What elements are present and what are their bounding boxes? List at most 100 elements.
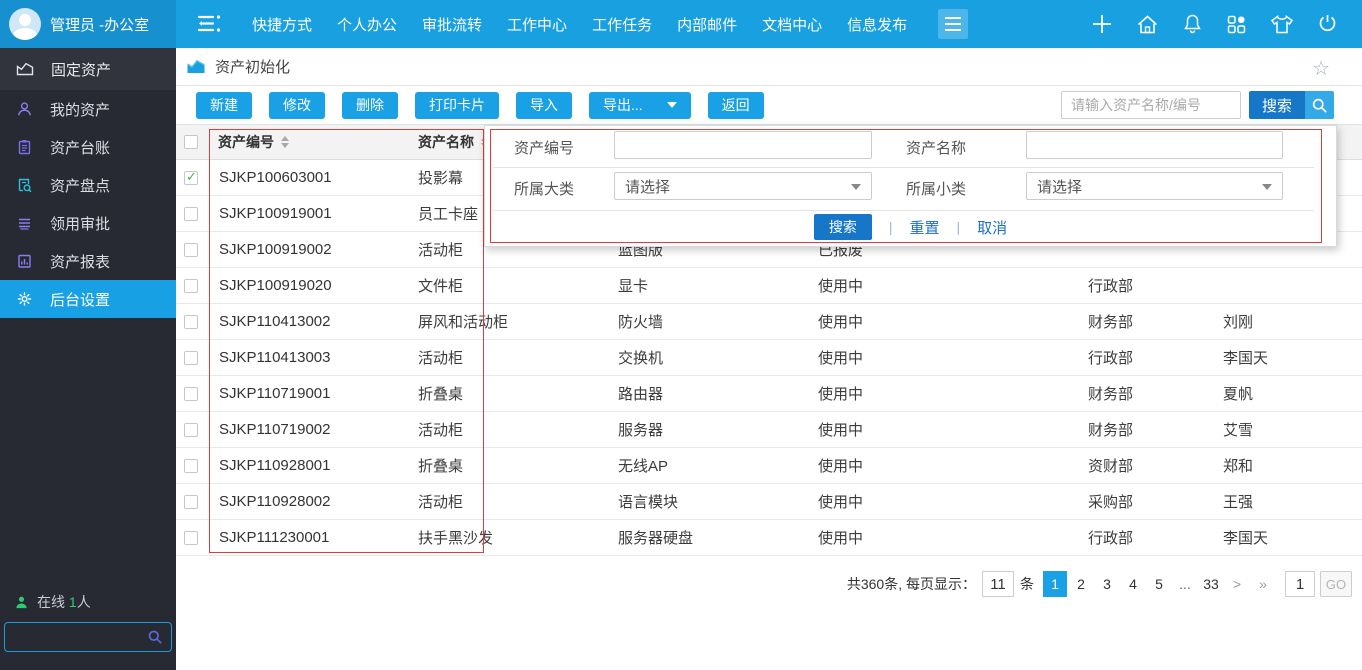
print-card-button[interactable]: 打印卡片 xyxy=(415,92,499,119)
plus-icon[interactable] xyxy=(1091,13,1113,35)
nav-item[interactable]: 快捷方式 xyxy=(252,14,312,35)
pagination-total-label: 共360条, 每页显示： xyxy=(847,574,976,594)
sidebar-item-label: 资产报表 xyxy=(50,251,110,272)
quick-search-group: 搜索 xyxy=(1061,91,1334,119)
asset-name2-cell: 无线AP xyxy=(610,448,810,483)
grid-icon[interactable] xyxy=(1226,14,1247,35)
popup-search-button[interactable]: 搜索 xyxy=(814,214,872,240)
table-row[interactable]: SJKP110719002 活动柜 服务器 使用中 财务部 艾雪 xyxy=(176,412,1362,448)
hamburger-menu-button[interactable] xyxy=(938,9,968,39)
online-user-icon xyxy=(14,595,29,610)
top-action-icons xyxy=(1091,0,1338,48)
search-icon[interactable] xyxy=(1305,91,1334,119)
asset-dept-cell: 财务部 xyxy=(1080,304,1215,339)
export-dropdown-button[interactable]: 导出... xyxy=(589,92,691,119)
page-arrow-button[interactable]: > xyxy=(1225,571,1249,597)
row-checkbox[interactable] xyxy=(184,207,198,221)
delete-button[interactable]: 删除 xyxy=(342,92,398,119)
row-checkbox[interactable] xyxy=(184,315,198,329)
sidebar-search-input[interactable] xyxy=(5,623,147,651)
table-row[interactable]: SJKP111230001 扶手黑沙发 服务器硬盘 使用中 行政部 李国天 xyxy=(176,520,1362,556)
table-row[interactable]: SJKP110928001 折叠桌 无线AP 使用中 资财部 郑和 xyxy=(176,448,1362,484)
page-button-3[interactable]: 3 xyxy=(1095,571,1119,597)
sort-icon[interactable] xyxy=(281,132,289,152)
quick-search-input[interactable] xyxy=(1061,91,1241,119)
asset-code-cell: SJKP110719001 xyxy=(210,376,410,411)
table-row[interactable]: SJKP110928002 活动柜 语言模块 使用中 采购部 王强 xyxy=(176,484,1362,520)
quick-search-button[interactable]: 搜索 xyxy=(1249,91,1305,119)
table-row[interactable]: SJKP110719001 折叠桌 路由器 使用中 财务部 夏帆 xyxy=(176,376,1362,412)
filter-select-major-category[interactable]: 请选择 xyxy=(614,172,872,200)
new-button[interactable]: 新建 xyxy=(196,92,252,119)
filter-input-asset-code[interactable] xyxy=(614,131,872,159)
select-all-checkbox[interactable] xyxy=(184,135,198,149)
asset-dept-cell: 行政部 xyxy=(1080,268,1215,303)
nav-item[interactable]: 信息发布 xyxy=(847,14,907,35)
sidebar-item-report[interactable]: 资产报表 xyxy=(0,242,176,280)
sidebar-item-user[interactable]: 我的资产 xyxy=(0,90,176,128)
nav-item[interactable]: 工作中心 xyxy=(507,14,567,35)
row-checkbox[interactable] xyxy=(184,495,198,509)
nav-item[interactable]: 工作任务 xyxy=(592,14,652,35)
online-label: 在线 xyxy=(37,594,65,610)
page-button-33[interactable]: 33 xyxy=(1199,571,1223,597)
edit-button[interactable]: 修改 xyxy=(269,92,325,119)
row-checkbox[interactable] xyxy=(184,423,198,437)
go-button[interactable]: GO xyxy=(1320,571,1352,597)
row-checkbox[interactable] xyxy=(184,531,198,545)
header-asset-code[interactable]: 资产编号 xyxy=(210,125,410,159)
popup-reset-button[interactable]: 重置 xyxy=(909,217,939,238)
favorite-star-icon[interactable] xyxy=(1312,56,1330,81)
home-icon[interactable] xyxy=(1136,14,1159,35)
goto-page-input[interactable] xyxy=(1285,571,1315,597)
user-name: 管理员 -办公室 xyxy=(50,14,149,35)
asset-name2-cell: 服务器硬盘 xyxy=(610,520,810,555)
table-row[interactable]: SJKP100919020 文件柜 显卡 使用中 行政部 xyxy=(176,268,1362,304)
user-avatar[interactable] xyxy=(9,8,41,40)
row-checkbox[interactable] xyxy=(184,459,198,473)
sidebar-item-list[interactable]: 领用审批 xyxy=(0,204,176,242)
select-value: 请选择 xyxy=(1037,176,1082,197)
page-button-5[interactable]: 5 xyxy=(1147,571,1171,597)
page-arrow-button[interactable]: » xyxy=(1251,571,1275,597)
online-status: 在线 1人 xyxy=(14,592,91,612)
sidebar-item-gear[interactable]: 后台设置 xyxy=(0,280,176,318)
import-button[interactable]: 导入 xyxy=(516,92,572,119)
filter-label-major-category: 所属大类 xyxy=(514,178,574,199)
page-button-1[interactable]: 1 xyxy=(1043,571,1067,597)
filter-input-asset-name[interactable] xyxy=(1026,131,1283,159)
user-section[interactable]: 管理员 -办公室 xyxy=(0,0,176,48)
table-row[interactable]: SJKP110413003 活动柜 交换机 使用中 行政部 李国天 xyxy=(176,340,1362,376)
power-icon[interactable] xyxy=(1317,13,1338,35)
advanced-search-popup: 资产编号 资产名称 所属大类 请选择 所属小类 请选择 搜索 | 重置 | 取消 xyxy=(484,125,1337,247)
row-checkbox[interactable] xyxy=(184,387,198,401)
nav-item[interactable]: 内部邮件 xyxy=(677,14,737,35)
nav-item[interactable]: 文档中心 xyxy=(762,14,822,35)
page-size-input[interactable] xyxy=(982,571,1014,597)
top-nav: 快捷方式 个人办公 审批流转 工作中心 工作任务 内部邮件 文档中心 信息发布 xyxy=(252,0,907,48)
sidebar-module-fixed-assets[interactable]: 固定资产 xyxy=(0,48,176,90)
row-checkbox[interactable] xyxy=(184,243,198,257)
asset-user-cell: 王强 xyxy=(1215,484,1362,519)
row-checkbox[interactable] xyxy=(184,171,198,185)
row-checkbox[interactable] xyxy=(184,351,198,365)
popup-cancel-button[interactable]: 取消 xyxy=(977,217,1007,238)
tshirt-icon[interactable] xyxy=(1270,14,1294,35)
sidebar-item-doc-search[interactable]: 资产盘点 xyxy=(0,166,176,204)
page-button-4[interactable]: 4 xyxy=(1121,571,1145,597)
bell-icon[interactable] xyxy=(1182,13,1203,35)
sidebar-item-label: 资产盘点 xyxy=(50,175,110,196)
nav-item[interactable]: 审批流转 xyxy=(422,14,482,35)
asset-name2-cell: 交换机 xyxy=(610,340,810,375)
select-value: 请选择 xyxy=(625,176,670,197)
back-button[interactable]: 返回 xyxy=(708,92,764,119)
nav-indent-menu-icon[interactable] xyxy=(196,13,223,34)
search-icon[interactable] xyxy=(147,629,163,645)
popup-divider xyxy=(493,210,1314,211)
sidebar-item-clipboard[interactable]: 资产台账 xyxy=(0,128,176,166)
page-button-2[interactable]: 2 xyxy=(1069,571,1093,597)
nav-item[interactable]: 个人办公 xyxy=(337,14,397,35)
row-checkbox[interactable] xyxy=(184,279,198,293)
filter-select-minor-category[interactable]: 请选择 xyxy=(1026,172,1283,200)
table-row[interactable]: SJKP110413002 屏风和活动柜 防火墙 使用中 财务部 刘刚 xyxy=(176,304,1362,340)
